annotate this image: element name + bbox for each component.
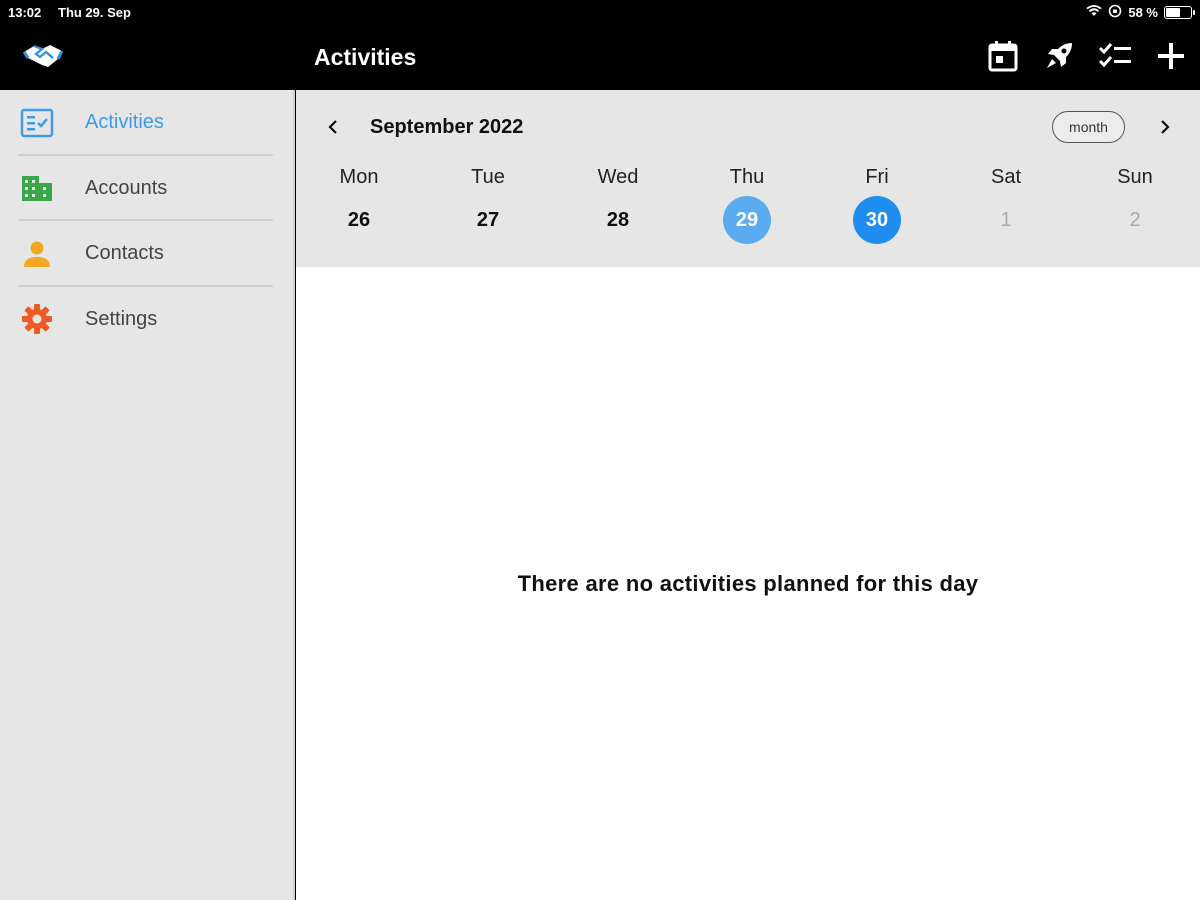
calendar-month-label: September 2022 <box>370 116 524 138</box>
sidebar-item-label: Accounts <box>85 176 168 199</box>
sidebar-item-activities[interactable]: Activities <box>0 90 293 156</box>
day-name: Sun <box>1117 166 1153 188</box>
battery-icon <box>1164 6 1195 19</box>
status-indicators: 58 % <box>1086 4 1195 21</box>
empty-state-message: There are no activities planned for this… <box>517 571 979 596</box>
day-cell-selected[interactable]: Fri 30 <box>837 162 917 252</box>
sidebar-item-accounts[interactable]: Accounts <box>0 156 293 221</box>
activities-icon <box>20 106 54 140</box>
sidebar: Activities Accounts Contacts Settings <box>0 90 295 900</box>
orientation-lock-icon <box>1108 4 1122 21</box>
status-bar: 13:02 Thu 29. Sep 58 % <box>0 0 1200 24</box>
person-icon <box>20 237 54 271</box>
calendar-icon[interactable] <box>986 38 1020 74</box>
handshake-icon[interactable] <box>22 40 64 72</box>
day-name: Thu <box>729 166 765 188</box>
building-icon <box>20 171 54 205</box>
rocket-icon[interactable] <box>1042 38 1076 74</box>
day-name: Wed <box>597 166 639 188</box>
day-name: Tue <box>471 166 505 188</box>
day-number: 30 <box>853 196 901 244</box>
battery-percent: 58 % <box>1128 5 1158 20</box>
day-cell[interactable]: Sun 2 <box>1095 162 1175 252</box>
day-cell-today[interactable]: Thu 29 <box>707 162 787 252</box>
day-name: Sat <box>990 166 1022 188</box>
day-name: Fri <box>865 166 889 188</box>
day-number: 29 <box>723 196 771 244</box>
sidebar-item-label: Contacts <box>85 242 164 265</box>
chevron-right-icon[interactable] <box>1152 114 1178 140</box>
gear-icon <box>20 302 54 336</box>
day-number: 2 <box>1129 208 1141 231</box>
day-number: 26 <box>347 208 371 231</box>
status-time: 13:02 <box>8 5 42 20</box>
day-number: 28 <box>606 208 630 231</box>
calendar-week-strip: September 2022 month Mon 26 Tue 27 Wed 2… <box>296 90 1200 267</box>
sidebar-item-settings[interactable]: Settings <box>0 287 293 353</box>
chevron-left-icon[interactable] <box>320 114 346 140</box>
plus-icon[interactable] <box>1154 38 1188 74</box>
checklist-icon[interactable] <box>1098 38 1132 74</box>
day-cell[interactable]: Sat 1 <box>966 162 1046 252</box>
day-name: Mon <box>339 166 379 188</box>
page-title: Activities <box>314 44 417 70</box>
day-cell[interactable]: Wed 28 <box>578 162 658 252</box>
day-cell[interactable]: Mon 26 <box>319 162 399 252</box>
sidebar-item-contacts[interactable]: Contacts <box>0 221 293 287</box>
header-toolbar <box>986 38 1188 74</box>
day-cell[interactable]: Tue 27 <box>448 162 528 252</box>
day-number: 1 <box>1000 208 1012 231</box>
day-number: 27 <box>476 208 500 231</box>
status-date: Thu 29. Sep <box>58 5 131 20</box>
wifi-icon <box>1086 5 1103 20</box>
sidebar-item-label: Activities <box>85 111 164 134</box>
sidebar-item-label: Settings <box>85 307 158 330</box>
app-header: Activities <box>0 24 1200 90</box>
activities-list-area: There are no activities planned for this… <box>296 267 1200 900</box>
view-mode-toggle[interactable]: month <box>1052 111 1125 143</box>
